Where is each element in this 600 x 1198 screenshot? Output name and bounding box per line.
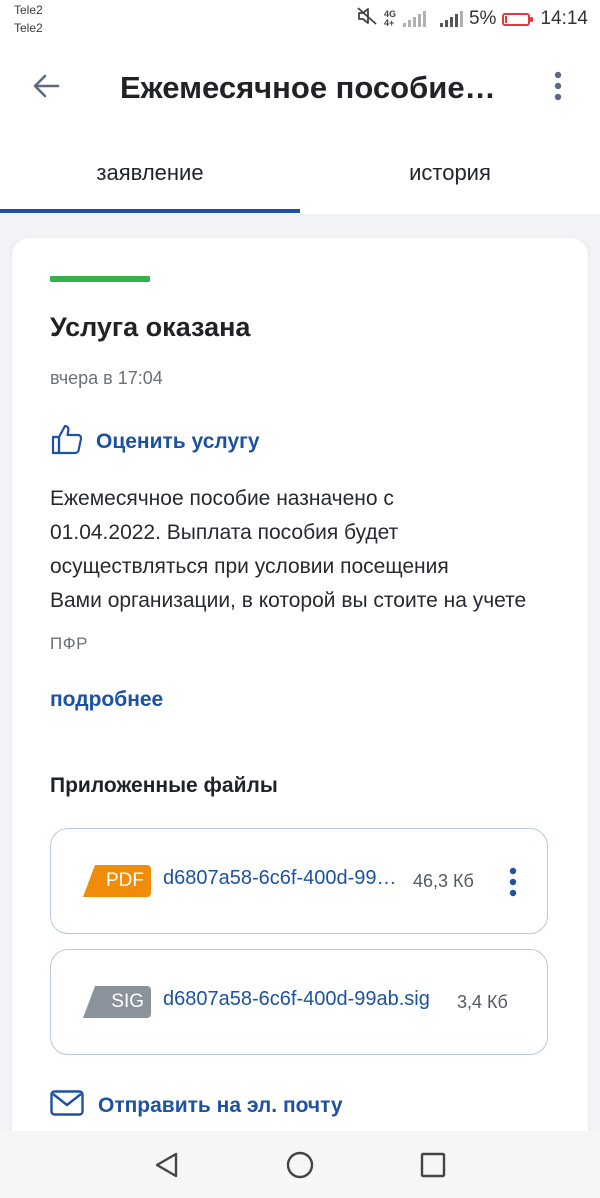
attached-files-heading: Приложенные файлы	[50, 774, 278, 797]
file-size: 46,3 Кб	[413, 871, 474, 891]
file-menu-button[interactable]	[501, 863, 525, 901]
status-bar: Tele2 Tele2 4G 4+ 5% 14:14	[0, 0, 600, 40]
app-bar: Ежемесячное пособие на ребенка в возраст…	[0, 40, 600, 136]
circle-home-icon	[286, 1151, 314, 1179]
status-indicator-bar	[50, 276, 150, 282]
network-type-indicator: 4G 4+	[383, 9, 396, 28]
carrier-2: Tele2	[14, 21, 43, 35]
thumbs-up-icon	[50, 422, 84, 461]
status-time: вчера в 17:04	[50, 368, 163, 388]
more-vertical-icon	[553, 71, 563, 106]
file-size: 3,4 Кб	[457, 992, 508, 1012]
signal-strength-icon-sim2	[402, 11, 426, 27]
back-button[interactable]	[22, 64, 70, 112]
carrier-1: Tele2	[14, 3, 43, 17]
tab-application[interactable]: заявление	[0, 136, 300, 214]
clock-time: 14:14	[540, 8, 588, 29]
attached-file-pdf[interactable]: PDF d6807a58-6c6f-400d-99ab.pdf 46,3 Кб	[50, 828, 548, 934]
rate-service-label: Оценить услугу	[96, 429, 260, 453]
square-recent-icon	[420, 1152, 446, 1178]
description-line: Ежемесячное пособие назначено с	[50, 487, 394, 510]
file-name: d6807a58-6c6f-400d-99ab.pdf	[163, 867, 403, 889]
status-title: Услуга оказана	[50, 312, 251, 342]
battery-percent: 5%	[468, 8, 497, 29]
description-line: 01.04.2022. Выплата пособия будет	[50, 521, 399, 544]
arrow-left-icon	[31, 71, 61, 106]
status-description: Ежемесячное пособие назначено с 01.04.20…	[50, 482, 560, 618]
mute-icon	[356, 6, 378, 32]
system-home-button[interactable]	[278, 1143, 322, 1187]
sig-file-icon: SIG	[83, 986, 151, 1018]
signal-strength-icon-sim1	[439, 11, 463, 27]
pdf-file-icon: PDF	[83, 865, 151, 897]
file-name: d6807a58-6c6f-400d-99ab.sig	[163, 988, 430, 1010]
status-icons: 4G 4+ 5% 14:14	[356, 6, 588, 32]
tab-history-label: история	[409, 160, 491, 185]
tab-application-label: заявление	[96, 160, 204, 185]
send-email-link[interactable]: Отправить на эл. почту	[50, 1090, 343, 1121]
description-line: осуществляться при условии посещения	[50, 555, 449, 578]
system-back-button[interactable]	[145, 1143, 189, 1187]
more-vertical-icon	[509, 867, 517, 897]
overflow-menu-button[interactable]	[534, 64, 582, 112]
page-title: Ежемесячное пособие на ребенка в возраст…	[120, 70, 500, 105]
tab-bar: заявление история	[0, 136, 600, 214]
rate-service-link[interactable]: Оценить услугу	[50, 422, 260, 461]
battery-icon	[502, 12, 534, 26]
tab-history[interactable]: история	[300, 136, 600, 214]
service-status-card: Услуга оказана вчера в 17:04 Оценить усл…	[12, 238, 588, 1158]
system-navigation-bar	[0, 1131, 600, 1198]
attached-file-sig[interactable]: SIG d6807a58-6c6f-400d-99ab.sig 3,4 Кб	[50, 949, 548, 1055]
system-recents-button[interactable]	[411, 1143, 455, 1187]
triangle-back-icon	[155, 1152, 178, 1178]
description-line: Вами организации, в которой вы стоите на…	[50, 589, 527, 612]
send-email-label: Отправить на эл. почту	[98, 1093, 343, 1117]
envelope-icon	[50, 1090, 84, 1121]
screen: Tele2 Tele2 4G 4+ 5% 14:14 Ежемесячное п…	[0, 0, 600, 1198]
source-agency: ПФР	[50, 634, 88, 653]
more-details-link[interactable]: подробнее	[50, 688, 163, 712]
